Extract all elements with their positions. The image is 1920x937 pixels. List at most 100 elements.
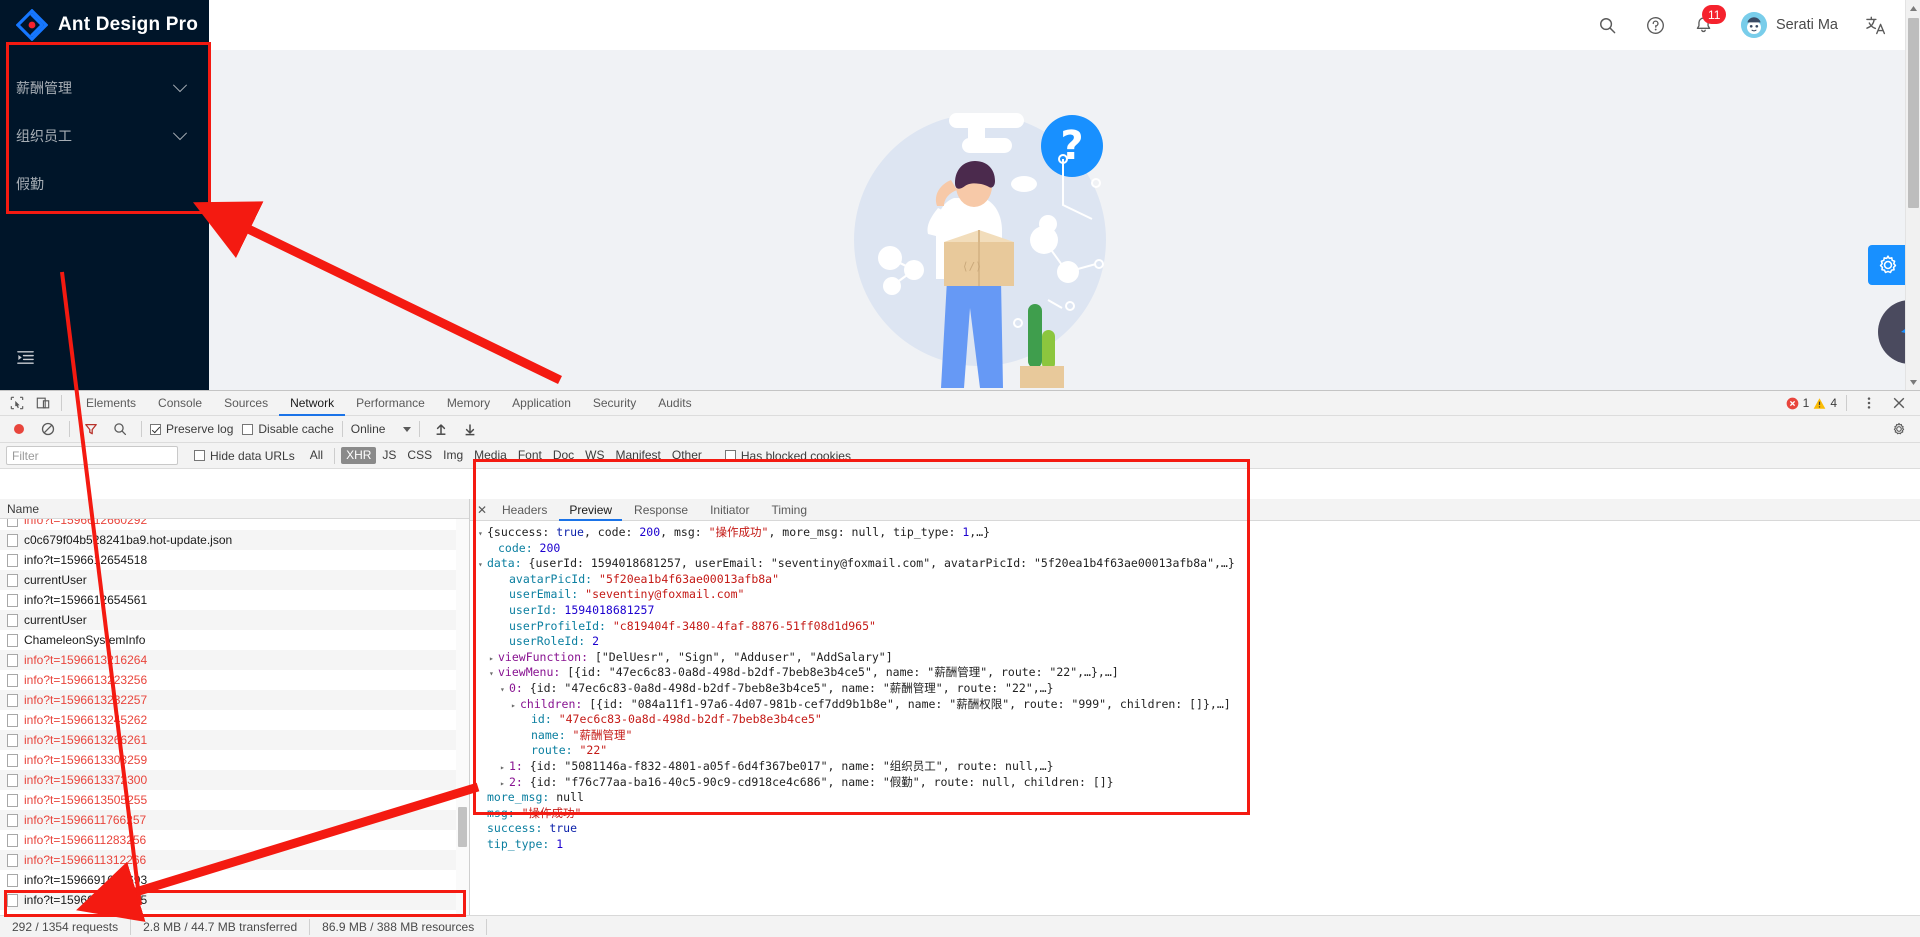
translate-icon[interactable] xyxy=(1864,14,1886,36)
filter-type-all[interactable]: All xyxy=(305,447,328,464)
scroll-up-arrow-icon[interactable] xyxy=(1906,0,1920,16)
json-line[interactable]: success: true xyxy=(474,821,1920,837)
network-list-item[interactable]: info?t=1596613266261 xyxy=(0,730,469,750)
filter-funnel-icon[interactable] xyxy=(78,418,104,440)
question-circle-icon[interactable] xyxy=(1645,14,1667,36)
filter-type-js[interactable]: JS xyxy=(377,447,401,464)
network-list-item[interactable]: info?t=1596611766257 xyxy=(0,810,469,830)
json-line[interactable]: ▸ viewFunction: ["DelUesr", "Sign", "Addu… xyxy=(474,650,1920,666)
warning-count[interactable]: 4 xyxy=(1813,396,1837,410)
search-icon[interactable] xyxy=(1597,14,1619,36)
json-line[interactable]: name: "薪酬管理" xyxy=(474,728,1920,744)
network-list-item[interactable]: currentUser xyxy=(0,570,469,590)
disclosure-open-icon[interactable]: ▾ xyxy=(478,557,487,573)
network-list-scrollbar[interactable] xyxy=(456,519,469,915)
scroll-down-arrow-icon[interactable] xyxy=(1906,374,1920,390)
tab-elements[interactable]: Elements xyxy=(75,391,147,416)
filter-type-img[interactable]: Img xyxy=(438,447,468,464)
json-line[interactable]: code: 200 xyxy=(474,541,1920,557)
network-list-rows[interactable]: info?t=1596612660292 c0c679f04b528241ba9.… xyxy=(0,519,469,915)
sidebar-item-salary-management[interactable]: 薪酬管理 xyxy=(0,64,209,112)
filter-type-xhr[interactable]: XHR xyxy=(341,447,377,464)
network-list-item[interactable]: info?t=1596613303259 xyxy=(0,750,469,770)
filter-type-font[interactable]: Font xyxy=(513,447,547,464)
device-toolbar-icon[interactable] xyxy=(30,392,56,414)
json-line[interactable]: userId: 1594018681257 xyxy=(474,603,1920,619)
tab-application[interactable]: Application xyxy=(501,391,582,416)
json-line[interactable]: ▾ 0: {id: "47ec6c83-0a8d-498d-b2df-7beb8e… xyxy=(474,681,1920,697)
close-detail-icon[interactable]: ✕ xyxy=(474,500,490,520)
has-blocked-cookies-checkbox[interactable]: Has blocked cookies xyxy=(724,449,851,463)
json-line[interactable]: route: "22" xyxy=(474,743,1920,759)
disclosure-closed-icon[interactable]: ▸ xyxy=(511,698,520,714)
settings-float-button[interactable] xyxy=(1868,245,1908,285)
json-line[interactable]: userProfileId: "c819404f-3480-4faf-8876-… xyxy=(474,619,1920,635)
network-list-item[interactable]: info?t=1596613245262 xyxy=(0,710,469,730)
json-line[interactable]: more_msg: null xyxy=(474,790,1920,806)
error-count[interactable]: 1 xyxy=(1786,396,1809,410)
gear-icon[interactable] xyxy=(1886,418,1912,440)
export-har-icon[interactable] xyxy=(457,418,483,440)
sidebar-item-attendance[interactable]: 假勤 xyxy=(0,160,209,208)
disclosure-closed-icon[interactable]: ▸ xyxy=(500,760,509,776)
json-line[interactable]: avatarPicId: "5f20ea1b4f63ae00013afb8a" xyxy=(474,572,1920,588)
disable-cache-checkbox[interactable]: Disable cache xyxy=(242,422,334,436)
hide-data-urls-checkbox[interactable]: Hide data URLs xyxy=(194,449,295,463)
json-line[interactable]: ▸ 1: {id: "5081146a-f832-4801-a05f-6d4f36… xyxy=(474,759,1920,775)
tab-network[interactable]: Network xyxy=(279,391,345,416)
json-preview-tree[interactable]: ▾ {success: true, code: 200, msg: "操作成功",… xyxy=(470,521,1920,915)
network-list-item[interactable]: info?t=1596613505255 xyxy=(0,790,469,810)
json-line[interactable]: userRoleId: 2 xyxy=(474,634,1920,650)
filter-type-manifest[interactable]: Manifest xyxy=(611,447,666,464)
filter-type-media[interactable]: Media xyxy=(469,447,512,464)
filter-type-other[interactable]: Other xyxy=(667,447,707,464)
json-line[interactable]: tip_type: 1 xyxy=(474,837,1920,853)
network-list-item[interactable]: info?t=1596613216264 xyxy=(0,650,469,670)
network-list-item[interactable]: info?t=1596612660292 xyxy=(0,519,469,530)
disclosure-closed-icon[interactable]: ▸ xyxy=(500,776,509,792)
import-har-icon[interactable] xyxy=(428,418,454,440)
network-list-item[interactable]: ChameleonSystemInfo xyxy=(0,630,469,650)
disclosure-open-icon[interactable]: ▾ xyxy=(489,666,498,682)
search-icon[interactable] xyxy=(107,418,133,440)
tab-initiator[interactable]: Initiator xyxy=(700,499,759,521)
network-list-item[interactable]: info?t=1596612654518 xyxy=(0,550,469,570)
page-scrollbar-thumb[interactable] xyxy=(1908,18,1919,208)
tab-audits[interactable]: Audits xyxy=(647,391,702,416)
clear-icon[interactable] xyxy=(35,418,61,440)
inspect-element-icon[interactable] xyxy=(4,392,30,414)
network-list-item[interactable]: info?t=1596613223256 xyxy=(0,670,469,690)
json-line[interactable]: id: "47ec6c83-0a8d-498d-b2df-7beb8e3b4ce… xyxy=(474,712,1920,728)
filter-type-doc[interactable]: Doc xyxy=(548,447,579,464)
network-list-item[interactable]: info?t=1596691680693 xyxy=(0,870,469,890)
tab-console[interactable]: Console xyxy=(147,391,213,416)
json-line[interactable]: ▾ {success: true, code: 200, msg: "操作成功",… xyxy=(474,525,1920,541)
throttling-select[interactable]: Online xyxy=(351,422,412,436)
kebab-menu-icon[interactable] xyxy=(1856,392,1882,414)
network-list-scrollbar-thumb[interactable] xyxy=(458,807,467,847)
bell-icon[interactable]: 11 xyxy=(1693,5,1727,36)
json-line[interactable]: msg: "操作成功" xyxy=(474,806,1920,822)
brand-logo-area[interactable]: Ant Design Pro xyxy=(0,0,209,50)
network-list-item[interactable]: info?t=1596613372300 xyxy=(0,770,469,790)
tab-preview[interactable]: Preview xyxy=(559,499,622,521)
disclosure-open-icon[interactable]: ▾ xyxy=(478,526,487,542)
record-icon[interactable] xyxy=(6,418,32,440)
sidebar-collapse-trigger[interactable] xyxy=(0,338,209,382)
tab-sources[interactable]: Sources xyxy=(213,391,279,416)
json-line[interactable]: ▾ data: {userId: 1594018681257, userEmail… xyxy=(474,556,1920,572)
tab-memory[interactable]: Memory xyxy=(436,391,501,416)
json-line[interactable]: userEmail: "seventiny@foxmail.com" xyxy=(474,587,1920,603)
network-list-item[interactable]: c0c679f04b528241ba9.hot-update.json xyxy=(0,530,469,550)
json-line[interactable]: ▸ 2: {id: "f76c77aa-ba16-40c5-90c9-cd918c… xyxy=(474,775,1920,791)
tab-response[interactable]: Response xyxy=(624,499,698,521)
network-list-item[interactable]: info?t=1596611312266 xyxy=(0,850,469,870)
network-list-item[interactable]: info?t=1596695480775 xyxy=(0,890,469,910)
user-menu[interactable]: Serati Ma xyxy=(1740,12,1838,38)
filter-type-css[interactable]: CSS xyxy=(402,447,437,464)
tab-security[interactable]: Security xyxy=(582,391,647,416)
network-list-item[interactable]: info?t=1596613232257 xyxy=(0,690,469,710)
network-list-item[interactable]: info?t=1596612654561 xyxy=(0,590,469,610)
disclosure-closed-icon[interactable]: ▸ xyxy=(489,651,498,667)
filter-type-ws[interactable]: WS xyxy=(580,447,609,464)
